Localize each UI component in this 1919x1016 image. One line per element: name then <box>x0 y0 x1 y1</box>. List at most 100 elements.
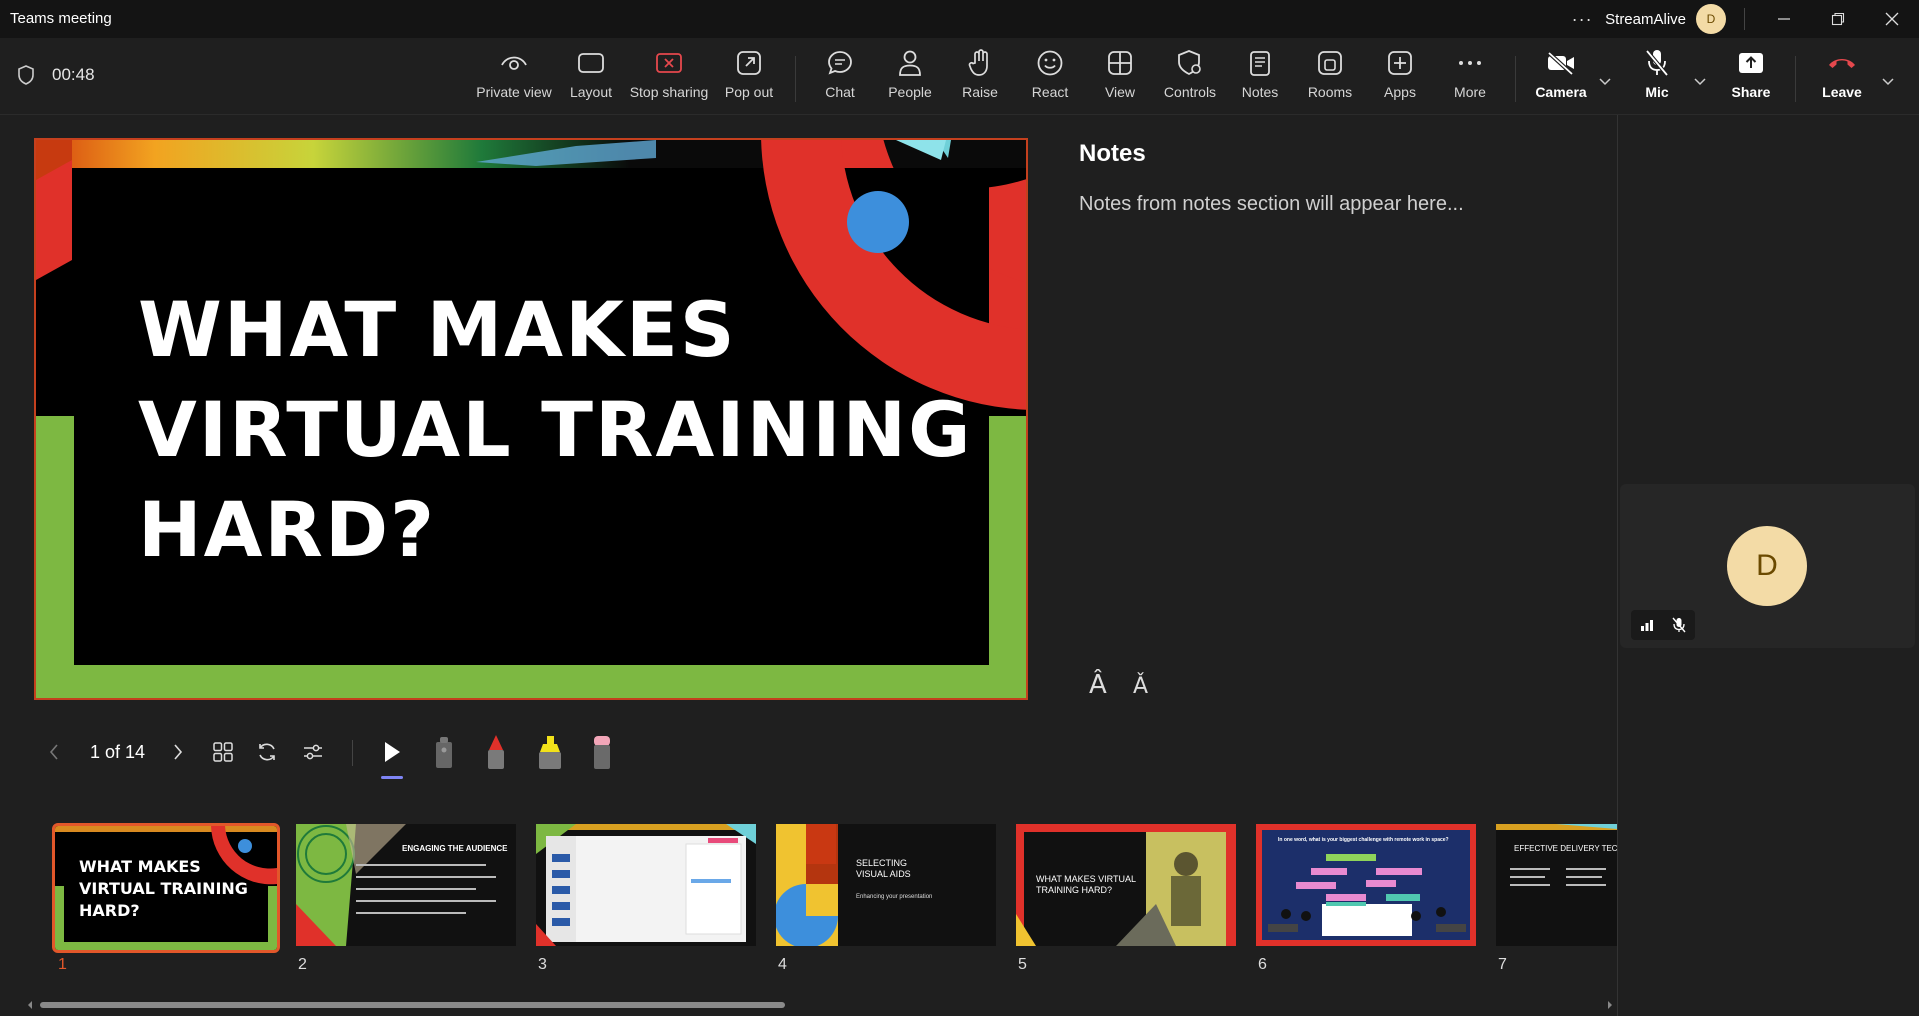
stop-sharing-button[interactable]: Stop sharing <box>629 48 709 110</box>
layout-button[interactable]: Layout <box>554 48 628 110</box>
thumbnail-number: 5 <box>1018 956 1027 973</box>
raise-label: Raise <box>962 84 998 100</box>
signal-icon <box>1641 620 1653 631</box>
shield-gear-icon <box>1178 50 1201 76</box>
thumbnail-art <box>1496 824 1617 946</box>
camera-options-chevron-icon[interactable] <box>1599 78 1611 86</box>
thumbnail-number: 2 <box>298 956 307 973</box>
mic-options-chevron-icon[interactable] <box>1694 78 1706 86</box>
close-window-button[interactable] <box>1865 0 1919 38</box>
camera-label: Camera <box>1535 84 1587 100</box>
thumbnail-subtitle: Enhancing your presentation <box>856 894 933 900</box>
scroll-thumb[interactable] <box>40 1002 785 1008</box>
share-label: Share <box>1731 84 1771 100</box>
leave-options-chevron-icon[interactable] <box>1882 78 1894 86</box>
thumbnail-number: 1 <box>58 956 67 973</box>
scroll-left-icon[interactable] <box>26 1000 34 1010</box>
sync-button[interactable] <box>256 728 278 776</box>
leave-label: Leave <box>1822 84 1862 100</box>
rooms-button[interactable]: Rooms <box>1293 48 1367 110</box>
decrease-font-button[interactable]: Ǎ <box>1133 674 1148 699</box>
slide-thumbnail[interactable]: ENGAGING THE AUDIENCE <box>296 824 516 946</box>
slide-thumbnail[interactable] <box>536 824 756 946</box>
thumbnail-number: 4 <box>778 956 787 973</box>
controls-button[interactable]: Controls <box>1153 48 1227 110</box>
slide-thumbnail[interactable]: EFFECTIVE DELIVERY TECH <box>1496 824 1617 946</box>
participant-status <box>1631 610 1695 640</box>
pointer-tool-button[interactable] <box>382 728 402 776</box>
increase-font-button[interactable]: Â <box>1089 670 1107 700</box>
eraser-tool-button[interactable] <box>590 728 614 776</box>
previous-slide-button[interactable] <box>48 728 60 776</box>
slide-title-line: HARD? <box>138 485 437 574</box>
raise-hand-button[interactable]: Raise <box>943 48 1017 110</box>
pen-tool-button[interactable] <box>484 728 508 776</box>
more-options-icon[interactable]: ··· <box>1567 9 1597 30</box>
leave-button[interactable]: Leave <box>1805 48 1879 110</box>
thumbnail-scrollbar[interactable] <box>26 999 1616 1011</box>
chat-button[interactable]: Chat <box>803 48 877 110</box>
close-icon <box>1885 12 1899 26</box>
notes-button[interactable]: Notes <box>1223 48 1297 110</box>
slide-thumbnails: WHAT MAKES VIRTUAL TRAINING HARD? 1 ENGA… <box>0 820 1617 985</box>
slide-thumbnail[interactable]: WHAT MAKES VIRTUAL TRAINING HARD? <box>1016 824 1236 946</box>
thumbnail-title: In one word, what is your biggest challe… <box>1278 837 1449 843</box>
sync-icon <box>259 743 275 761</box>
more-button[interactable]: More <box>1433 48 1507 110</box>
account-avatar[interactable]: D <box>1696 4 1726 34</box>
highlighter-tool-button[interactable] <box>536 728 564 776</box>
pop-out-button[interactable]: Pop out <box>712 48 786 110</box>
slide-thumbnail[interactable]: In one word, what is your biggest challe… <box>1256 824 1476 946</box>
thumbnail-art <box>536 824 756 946</box>
hand-icon <box>968 49 988 76</box>
title-bar: Teams meeting ··· StreamAlive D <box>0 0 1919 38</box>
restore-button[interactable] <box>1811 0 1865 38</box>
camera-button[interactable]: Camera <box>1524 48 1598 110</box>
apps-label: Apps <box>1384 84 1416 100</box>
controls-divider <box>352 740 353 766</box>
shared-slide: WHAT MAKES VIRTUAL TRAINING HARD? <box>34 138 1028 700</box>
share-icon <box>1739 53 1763 73</box>
notes-icon <box>1250 51 1270 76</box>
rooms-label: Rooms <box>1307 84 1353 100</box>
toolbar-divider <box>1515 56 1516 102</box>
ellipsis-icon <box>1459 61 1481 65</box>
view-button[interactable]: View <box>1083 48 1157 110</box>
next-slide-button[interactable] <box>172 728 184 776</box>
react-label: React <box>1031 84 1069 100</box>
apps-button[interactable]: Apps <box>1363 48 1437 110</box>
slide-title-line: WHAT MAKES <box>138 285 737 374</box>
thumbnail-number: 6 <box>1258 956 1267 973</box>
restore-icon <box>1831 12 1845 26</box>
settings-button[interactable] <box>302 728 324 776</box>
account-name[interactable]: StreamAlive <box>1605 11 1686 28</box>
minimize-button[interactable] <box>1757 0 1811 38</box>
grid-view-button[interactable] <box>212 728 234 776</box>
stop-sharing-label: Stop sharing <box>629 84 709 100</box>
private-view-button[interactable]: Private view <box>476 48 552 110</box>
slide-thumbnail[interactable]: SELECTING VISUAL AIDS Enhancing your pre… <box>776 824 996 946</box>
active-tool-indicator <box>381 776 403 779</box>
eye-icon <box>501 56 527 70</box>
grid-view-icon <box>1108 51 1132 75</box>
participant-tile[interactable]: D <box>1620 484 1915 648</box>
smile-icon <box>1037 50 1063 76</box>
share-button[interactable]: Share <box>1714 48 1788 110</box>
mic-button[interactable]: Mic <box>1620 48 1694 110</box>
timer-text: 00:48 <box>52 65 95 84</box>
thumbnail-number: 7 <box>1498 956 1507 973</box>
chevron-left-icon <box>49 744 58 760</box>
minimize-icon <box>1778 18 1790 20</box>
slide-thumbnail[interactable]: WHAT MAKES VIRTUAL TRAINING HARD? <box>52 823 280 953</box>
mic-label: Mic <box>1645 84 1669 100</box>
meeting-toolbar: 00:48 Private view Layout Stop sharing P… <box>0 38 1919 115</box>
laser-pointer-button[interactable] <box>432 728 456 776</box>
people-button[interactable]: People <box>873 48 947 110</box>
pop-out-icon <box>737 51 761 75</box>
slide-counter: 1 of 14 <box>90 741 146 762</box>
react-button[interactable]: React <box>1013 48 1087 110</box>
scroll-right-icon[interactable] <box>1606 1000 1614 1010</box>
chat-icon <box>828 51 852 75</box>
pop-out-label: Pop out <box>724 84 774 100</box>
stop-sharing-icon <box>656 53 682 73</box>
